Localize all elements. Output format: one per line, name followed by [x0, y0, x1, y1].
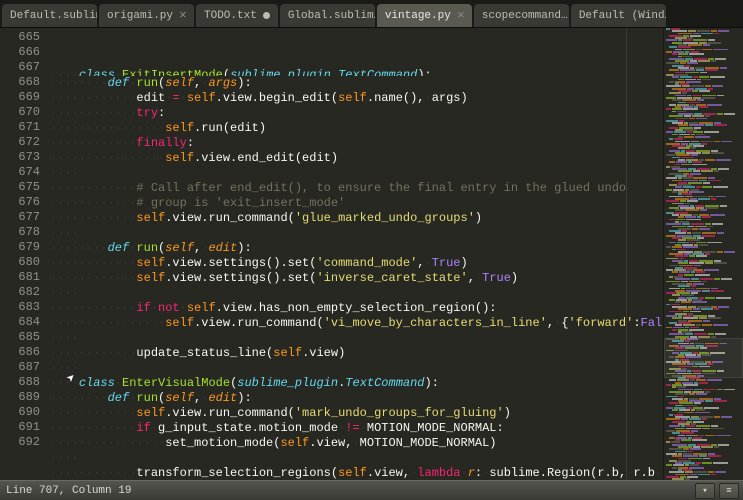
code-line[interactable]: ············self.view.settings().set('in…: [50, 271, 663, 286]
code-line[interactable]: ····: [50, 331, 663, 346]
code-line[interactable]: ················self.view.end_edit(edit): [50, 151, 663, 166]
status-position: Line 707, Column 19: [6, 485, 131, 497]
status-menu-button[interactable]: ≡: [719, 483, 739, 499]
line-number: 668: [0, 75, 40, 90]
line-number: 676: [0, 195, 40, 210]
tab-2[interactable]: TODO.txt: [196, 4, 278, 27]
line-number: 675: [0, 180, 40, 195]
code-line[interactable]: ····class·ExitInsertMode(sublime_plugin.…: [50, 68, 663, 76]
code-line[interactable]: ············edit·=·self.view.begin_edit(…: [50, 91, 663, 106]
close-icon[interactable]: ×: [179, 9, 187, 22]
code-line[interactable]: ····: [50, 166, 663, 181]
line-number: 680: [0, 255, 40, 270]
line-number: 684: [0, 315, 40, 330]
gutter: 6656666676686696706716726736746756766776…: [0, 28, 50, 480]
line-number: 672: [0, 135, 40, 150]
code-line[interactable]: ········def·run(self,·edit):: [50, 391, 663, 406]
code-line[interactable]: ····: [50, 286, 663, 301]
code-line[interactable]: ············if·g_input_state.motion_mode…: [50, 421, 663, 436]
tab-4[interactable]: vintage.py ×: [377, 4, 472, 27]
line-number: 682: [0, 285, 40, 300]
tab-5[interactable]: scopecommand…×: [474, 4, 569, 27]
code-line[interactable]: ····class·EnterVisualMode(sublime_plugin…: [50, 376, 663, 391]
status-bar: Line 707, Column 19 ▾ ≡: [0, 480, 743, 500]
line-number: 691: [0, 420, 40, 435]
line-number: 690: [0, 405, 40, 420]
line-number: 689: [0, 390, 40, 405]
line-number: 681: [0, 270, 40, 285]
code-line[interactable]: ············# Call after end_edit(), to …: [50, 181, 663, 196]
line-number: 665: [0, 30, 40, 45]
code-line[interactable]: ················self.view.run_command('v…: [50, 316, 663, 331]
line-number: 673: [0, 150, 40, 165]
close-icon[interactable]: ×: [457, 9, 465, 22]
line-number: 685: [0, 330, 40, 345]
chevron-down-icon: ▾: [702, 486, 707, 496]
tab-label: TODO.txt: [204, 10, 257, 22]
line-number: 683: [0, 300, 40, 315]
code-line[interactable]: ············self.view.run_command('glue_…: [50, 211, 663, 226]
tab-label: vintage.py: [385, 10, 451, 22]
tab-label: Default (Wind…: [579, 10, 666, 22]
code-line[interactable]: ············try:: [50, 106, 663, 121]
minimap-viewport[interactable]: [664, 338, 743, 378]
code-line[interactable]: ········def·run(self,·edit):: [50, 241, 663, 256]
tab-0[interactable]: Default.sublim…×: [2, 4, 97, 27]
line-number: 671: [0, 120, 40, 135]
code-line[interactable]: ················self.run(edit): [50, 121, 663, 136]
line-number: 688: [0, 375, 40, 390]
code-view[interactable]: ····class·ExitInsertMode(sublime_plugin.…: [50, 28, 663, 480]
code-line[interactable]: ····: [50, 451, 663, 466]
status-dropdown-button[interactable]: ▾: [695, 483, 715, 499]
minimap[interactable]: [663, 28, 743, 480]
code-line[interactable]: ············update_status_line(self.view…: [50, 346, 663, 361]
menu-icon: ≡: [726, 486, 731, 496]
code-line[interactable]: ····: [50, 361, 663, 376]
line-number: 666: [0, 45, 40, 60]
line-number: 667: [0, 60, 40, 75]
code-line[interactable]: ········def·run(self,·args):: [50, 76, 663, 91]
code-line[interactable]: ············finally:: [50, 136, 663, 151]
line-number: 669: [0, 90, 40, 105]
line-number: 686: [0, 345, 40, 360]
tab-label: origami.py: [107, 10, 173, 22]
code-line[interactable]: ············self.view.run_command('mark_…: [50, 406, 663, 421]
line-number: 687: [0, 360, 40, 375]
tab-label: Default.sublim…: [10, 10, 97, 22]
tab-label: Global.sublim…: [288, 10, 375, 22]
code-line[interactable]: ············self.view.settings().set('co…: [50, 256, 663, 271]
line-number: 679: [0, 240, 40, 255]
tab-1[interactable]: origami.py ×: [99, 4, 194, 27]
code-line[interactable]: ············transform_selection_regions(…: [50, 466, 663, 480]
tab-bar: Default.sublim…×origami.py×TODO.txtGloba…: [0, 0, 743, 28]
editor-area: 6656666676686696706716726736746756766776…: [0, 28, 743, 480]
code-line[interactable]: ················set_motion_mode(self.vie…: [50, 436, 663, 451]
code-line[interactable]: ············if·not·self.view.has_non_emp…: [50, 301, 663, 316]
ruler: [626, 28, 627, 480]
code-line[interactable]: ············# group is 'exit_insert_mode…: [50, 196, 663, 211]
tab-6[interactable]: Default (Wind…×: [571, 4, 666, 27]
line-number: 678: [0, 225, 40, 240]
line-number: 670: [0, 105, 40, 120]
line-number: 692: [0, 435, 40, 450]
line-number: 677: [0, 210, 40, 225]
tab-3[interactable]: Global.sublim…×: [280, 4, 375, 27]
tab-label: scopecommand…: [482, 10, 568, 22]
line-number: 674: [0, 165, 40, 180]
code-line[interactable]: ····: [50, 226, 663, 241]
dirty-indicator-icon: [263, 12, 270, 19]
